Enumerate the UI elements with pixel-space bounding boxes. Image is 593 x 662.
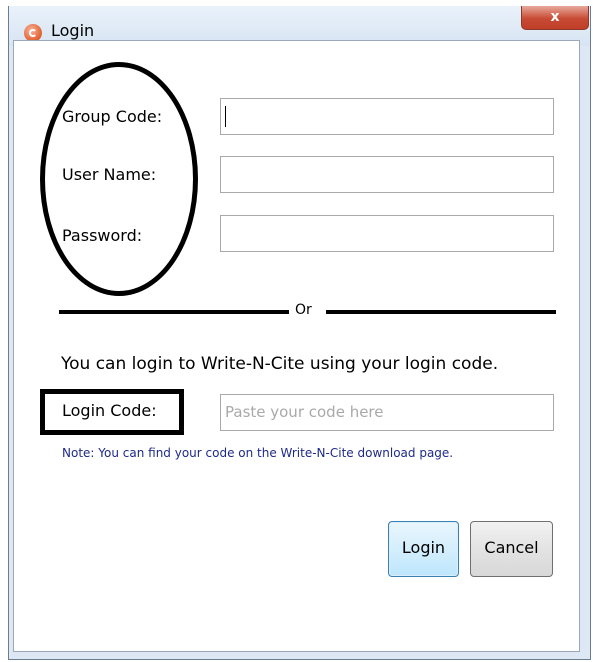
- group-code-label: Group Code:: [62, 107, 163, 126]
- separator-line-right: [326, 310, 556, 314]
- password-label: Password:: [62, 226, 143, 245]
- separator-label: Or: [295, 302, 312, 318]
- text-caret: [225, 106, 226, 127]
- user-name-label: User Name:: [62, 165, 157, 184]
- cancel-button[interactable]: Cancel: [470, 521, 553, 577]
- close-button[interactable]: x: [521, 6, 589, 30]
- user-name-input[interactable]: [220, 156, 554, 193]
- login-button[interactable]: Login: [388, 521, 459, 577]
- login-code-note: Note: You can find your code on the Writ…: [62, 446, 454, 460]
- login-code-input[interactable]: Paste your code here: [220, 394, 554, 431]
- login-code-label: Login Code:: [62, 401, 157, 420]
- login-code-placeholder: Paste your code here: [225, 403, 384, 421]
- group-code-input[interactable]: [220, 98, 554, 135]
- password-input[interactable]: [220, 215, 554, 252]
- login-code-intro: You can login to Write-N-Cite using your…: [61, 354, 499, 374]
- window-title: Login: [51, 21, 95, 40]
- separator-line-left: [59, 310, 289, 314]
